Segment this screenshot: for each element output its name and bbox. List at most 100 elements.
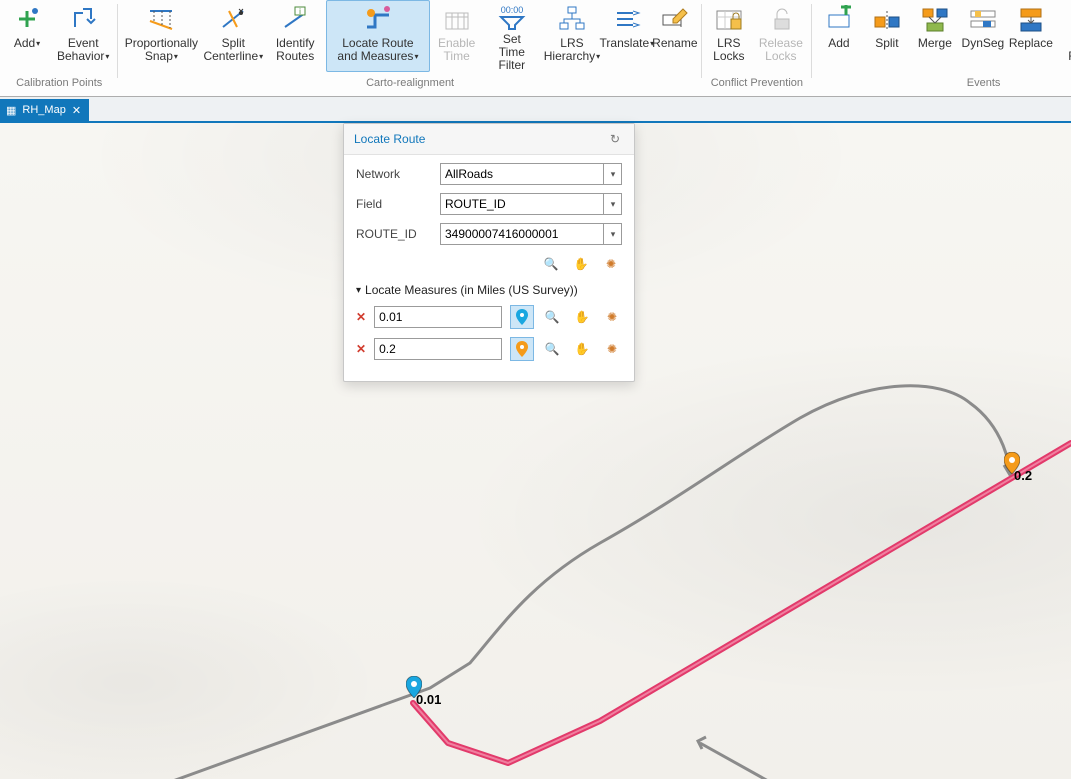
flash-measure-icon[interactable]: ✺: [600, 337, 624, 361]
pan-to-measure-icon[interactable]: ✋: [570, 337, 594, 361]
chevron-down-icon: ▾: [356, 285, 361, 296]
set-time-filter-button[interactable]: 00:00 Set Time Filter: [484, 0, 540, 72]
chevron-down-icon: ▾: [173, 52, 178, 61]
button-label: Set Time Filter: [489, 33, 535, 72]
delete-measure-icon[interactable]: ✕: [356, 310, 366, 324]
chevron-down-icon: ▾: [35, 39, 40, 48]
split-event-button[interactable]: Split: [864, 0, 910, 72]
lrs-locks-icon: [715, 3, 743, 35]
measure-pin-icon[interactable]: [510, 337, 534, 361]
zoom-to-measure-icon[interactable]: 🔍: [540, 337, 564, 361]
button-label: DynSeg: [962, 37, 1005, 50]
group-label: Events: [967, 74, 1001, 92]
button-label: Proportionally Snap▾: [125, 37, 198, 63]
measure-input[interactable]: [374, 306, 502, 328]
map-canvas[interactable]: 0.010.2 Locate Route ↻ Network ▾ Field ▾: [0, 123, 1071, 779]
button-label: Identify Routes: [271, 37, 319, 63]
chevron-down-icon: ▾: [595, 52, 600, 61]
measure-pin-icon[interactable]: [510, 305, 534, 329]
release-locks-icon: [767, 3, 795, 35]
map-pin[interactable]: 0.01: [406, 676, 422, 698]
button-label: Add: [828, 37, 849, 50]
lrs-locks-button[interactable]: LRS Locks: [706, 0, 752, 72]
ribbon: Add▾Event Behavior▾Calibration PointsPro…: [0, 0, 1071, 97]
split-event-icon: [873, 3, 901, 35]
svg-text:00:00: 00:00: [501, 5, 524, 15]
merge-event-icon: [921, 3, 949, 35]
button-label: Translate▾: [600, 37, 655, 50]
group-label: Carto-realignment: [366, 74, 454, 92]
group-label: Conflict Prevention: [711, 74, 803, 92]
button-label: Event Behavior▾: [57, 37, 109, 63]
selected-route: [413, 443, 1071, 763]
reload-icon[interactable]: ↻: [606, 130, 624, 148]
event-behavior-icon: [69, 3, 97, 35]
close-icon[interactable]: ✕: [72, 104, 81, 117]
enable-time-button: Enable Time: [432, 0, 482, 72]
add-cal-point-button[interactable]: Add▾: [4, 0, 50, 72]
prop-snap-icon: [146, 3, 176, 35]
routeid-label: ROUTE_ID: [356, 227, 432, 241]
delete-measure-icon[interactable]: ✕: [356, 342, 366, 356]
merge-event-button[interactable]: Merge: [912, 0, 958, 72]
flash-route-icon[interactable]: ✺: [600, 253, 622, 275]
lrs-hierarchy-button[interactable]: LRS Hierarchy▾: [542, 0, 602, 72]
pin-label: 0.01: [416, 692, 441, 707]
dynseg-button[interactable]: DynSeg: [960, 0, 1006, 72]
replace-icon: [1017, 3, 1045, 35]
map-icon: ▦: [6, 104, 16, 117]
pan-to-measure-icon[interactable]: ✋: [570, 305, 594, 329]
flash-measure-icon[interactable]: ✺: [600, 305, 624, 329]
release-locks-button: Release Locks: [754, 0, 808, 72]
routeid-input[interactable]: [440, 223, 622, 245]
button-label: Split Centerline▾: [203, 37, 263, 63]
button-label: Rename: [652, 37, 697, 50]
measure-input[interactable]: [374, 338, 502, 360]
button-label: Merge: [918, 37, 952, 50]
proportionally-snap-button[interactable]: Proportionally Snap▾: [122, 0, 200, 72]
locate-route-panel: Locate Route ↻ Network ▾ Field ▾ ROUTE_I…: [343, 123, 635, 382]
locate-route-button[interactable]: Locate Route and Measures▾: [326, 0, 429, 72]
panel-title: Locate Route: [354, 132, 425, 146]
configure-replacement-button[interactable]: Configure Replacement: [1056, 0, 1071, 72]
map-tab[interactable]: ▦ RH_Map ✕: [0, 99, 89, 121]
ribbon-group: LRS Locks Release Locks Conflict Preventio…: [702, 0, 812, 96]
locate-measures-section[interactable]: ▾ Locate Measures (in Miles (US Survey)): [356, 283, 622, 297]
event-behavior-button[interactable]: Event Behavior▾: [52, 0, 114, 72]
section-title-text: Locate Measures (in Miles (US Survey)): [365, 283, 578, 297]
map-pin[interactable]: 0.2: [1004, 452, 1020, 474]
split-centerline-button[interactable]: Split Centerline▾: [202, 0, 264, 72]
network-label: Network: [356, 167, 432, 181]
zoom-to-route-icon[interactable]: 🔍: [540, 253, 562, 275]
translate-icon: [613, 3, 641, 35]
pin-label: 0.2: [1014, 468, 1032, 483]
replace-button[interactable]: Replace: [1008, 0, 1054, 72]
identify-routes-icon: i: [281, 3, 309, 35]
button-label: LRS Hierarchy▾: [544, 37, 600, 63]
tab-title: RH_Map: [22, 104, 65, 116]
set-time-filter-icon: 00:00: [497, 3, 527, 31]
network-select[interactable]: [440, 163, 622, 185]
svg-text:i: i: [299, 7, 301, 16]
field-select[interactable]: [440, 193, 622, 215]
button-label: LRS Locks: [711, 37, 747, 63]
add-point-icon: [13, 3, 41, 35]
split-centerline-icon: [219, 3, 247, 35]
identify-routes-button[interactable]: i Identify Routes: [266, 0, 324, 72]
dynseg-icon: [969, 3, 997, 35]
chevron-down-icon[interactable]: ▾: [603, 163, 622, 185]
rename-button[interactable]: Rename: [652, 0, 698, 72]
translate-button[interactable]: Translate▾: [604, 0, 650, 72]
button-label: Enable Time: [437, 37, 477, 63]
ribbon-group: Add Split Merge DynSeg ReplaceConfigure Repl…: [812, 0, 1071, 96]
measure-row: ✕ 🔍✋✺: [356, 305, 622, 329]
map-tabstrip: ▦ RH_Map ✕: [0, 97, 1071, 123]
locate-route-icon: [363, 3, 393, 35]
chevron-down-icon[interactable]: ▾: [603, 223, 622, 245]
pan-to-route-icon[interactable]: ✋: [570, 253, 592, 275]
button-label: Release Locks: [759, 37, 803, 63]
add-event-button[interactable]: Add: [816, 0, 862, 72]
button-label: Replace: [1009, 37, 1053, 50]
zoom-to-measure-icon[interactable]: 🔍: [540, 305, 564, 329]
chevron-down-icon[interactable]: ▾: [603, 193, 622, 215]
